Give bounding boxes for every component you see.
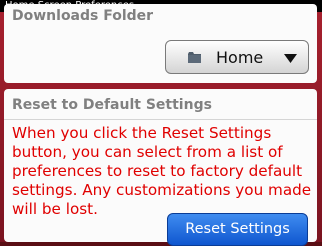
screen-background: Downloads Folder Home Reset to Default S… [0,4,322,246]
reset-settings-button[interactable]: Reset Settings [167,213,308,246]
reset-panel: Reset to Default Settings When you click… [4,89,317,246]
downloads-folder-select[interactable]: Home [165,40,309,74]
reset-description: When you click the Reset Settings button… [12,124,312,218]
downloads-panel: Downloads Folder Home [4,4,317,83]
downloads-folder-value: Home [216,48,264,67]
folder-icon [188,52,201,63]
chevron-down-icon [284,54,297,63]
downloads-section-title: Downloads Folder [12,8,154,24]
reset-section-title: Reset to Default Settings [12,97,212,113]
section-divider [4,119,317,120]
